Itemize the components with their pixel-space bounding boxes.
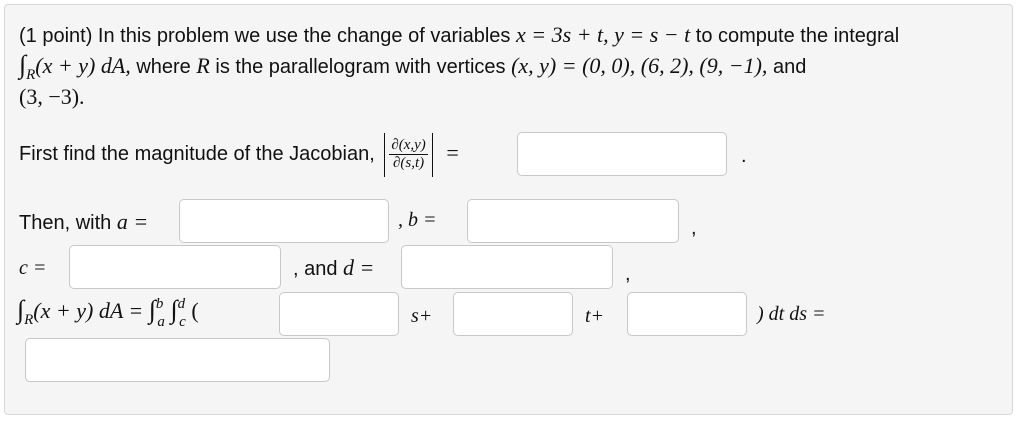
integrand: (x + y) dA, (35, 53, 131, 78)
change-of-variables: x = 3s + t, y = s − t (515, 22, 691, 47)
region-R: R (196, 53, 210, 78)
jacobian-numerator: ∂(x,y) (389, 137, 428, 156)
and-d-text: , and d = (293, 255, 374, 281)
jacobian-denominator: ∂(s,t) (392, 155, 425, 172)
problem-line-3: (3, −3). (19, 85, 85, 110)
s-plus-label: s+ (411, 305, 433, 327)
upper-limit-d: d (177, 296, 186, 312)
b-input[interactable] (467, 199, 679, 243)
final-integrand: (x + y) dA = (33, 298, 144, 323)
t-coefficient-input[interactable] (453, 292, 573, 336)
and-text: and (772, 56, 807, 78)
constant-input[interactable] (627, 292, 747, 336)
abs-bar-left (384, 132, 386, 177)
integral-answer-input[interactable] (25, 338, 330, 382)
inner-integral-sign: ∫ (170, 295, 178, 324)
c-input[interactable] (69, 245, 281, 289)
vertices-list: (x, y) = (0, 0), (6, 2), (9, −1), (511, 53, 768, 78)
problem-line-1: (1 point) In this problem we use the cha… (19, 23, 899, 48)
final-integral-lhs: ∫R(x + y) dA = ∫ba ∫dc ( (17, 295, 199, 330)
last-vertex: (3, −3). (19, 84, 85, 109)
jacobian-input[interactable] (517, 132, 727, 176)
outer-integral-sign: ∫ (148, 295, 156, 324)
abs-bar-right (431, 132, 433, 177)
jacobian-label: First find the magnitude of the Jacobian… (19, 143, 375, 165)
jacobian-equals: = (446, 140, 459, 165)
jacobian-period: . (741, 145, 747, 167)
comma-after-b: , (691, 217, 697, 239)
a-equals-label: a = (116, 209, 149, 234)
t-plus-label: t+ (585, 305, 605, 327)
s-coefficient-input[interactable] (279, 292, 399, 336)
upper-limit-b: b (155, 296, 164, 312)
open-paren: ( (191, 298, 199, 323)
jacobian-fraction: ∂(x,y) ∂(s,t) (389, 137, 428, 172)
problem-line-2: ∫R(x + y) dA, where R is the parallelogr… (19, 52, 807, 84)
a-input[interactable] (179, 199, 389, 243)
lower-limit-c: c (179, 314, 186, 330)
jacobian-line: First find the magnitude of the Jacobian… (19, 131, 459, 177)
final-region-subscript: R (24, 312, 34, 328)
and-label: , and (293, 258, 338, 280)
lower-limit-a: a (157, 314, 165, 330)
comma-after-d: , (625, 263, 631, 285)
then-with-label: Then, with (19, 212, 112, 234)
problem-intro: (1 point) In this problem we use the cha… (19, 25, 511, 47)
problem-to-compute: to compute the integral (695, 25, 900, 47)
parallelogram-text: is the parallelogram with vertices (215, 56, 506, 78)
d-input[interactable] (401, 245, 613, 289)
then-with-text: Then, with a = (19, 209, 148, 235)
c-equals-label: c = (19, 257, 47, 279)
b-equals-label: , b = (398, 209, 437, 231)
dt-ds-equals: ) dt ds = (757, 303, 826, 325)
problem-panel: (1 point) In this problem we use the cha… (4, 4, 1013, 415)
region-subscript: R (26, 67, 36, 83)
where-text: where (136, 56, 191, 78)
d-equals-label: d = (343, 255, 375, 280)
